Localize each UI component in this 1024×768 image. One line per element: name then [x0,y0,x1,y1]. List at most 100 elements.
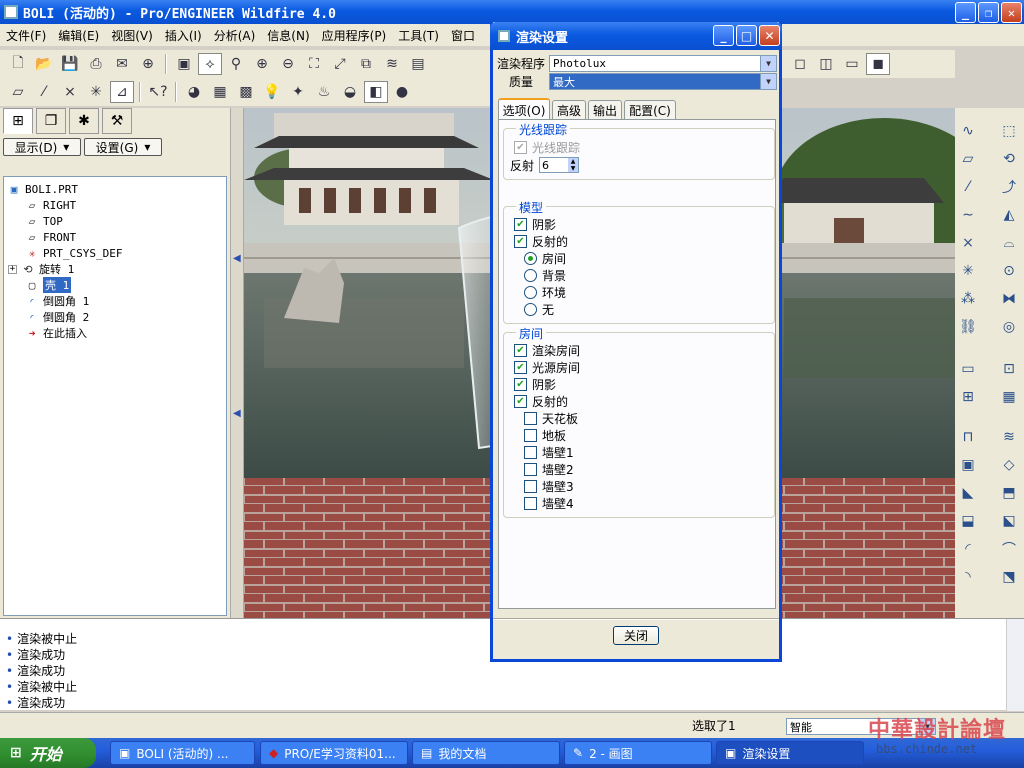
layout-icon[interactable]: ▦ [998,386,1020,408]
collapse-arrow-icon[interactable]: ◀ [233,253,241,264]
annotation-tool-icon[interactable]: ▭ [957,358,979,380]
tree-item-shell[interactable]: ▢ 壳 1 [24,277,72,293]
surface-wall2-row[interactable]: 墙壁2 [524,461,574,477]
reflect-spinner[interactable]: 6 ▲ ▼ [539,157,580,173]
radio-unselected[interactable] [524,268,537,282]
tree-item-top[interactable]: ▱ TOP [24,213,63,229]
menu-info[interactable]: 信息(N) [261,27,315,44]
email-icon[interactable]: ✉ [110,53,134,75]
trim-icon[interactable]: ⌒ [998,538,1020,560]
refit-icon[interactable]: ⛶ [302,53,326,75]
room-reflective-row[interactable]: ✔ 反射的 [514,393,568,409]
checkbox-unchecked[interactable] [524,445,537,459]
room-shadow-row[interactable]: ✔ 阴影 [514,376,556,392]
quality-dropdown[interactable]: 最大 ▼ [549,73,777,90]
spinner-arrows-icon[interactable]: ▲ ▼ [568,158,579,172]
shell-tool-icon[interactable]: ▣ [957,454,979,476]
tab-output[interactable]: 输出 [588,100,622,120]
csys-tool-icon[interactable]: ✳ [957,260,979,282]
extend-icon[interactable]: ⬔ [998,566,1020,588]
surface-floor-row[interactable]: 地板 [524,427,566,443]
warp-icon[interactable]: ≋ [998,426,1020,448]
light-room-row[interactable]: ✔ 光源房间 [514,359,580,375]
reflect-option-room[interactable]: 房间 [524,250,566,266]
checkbox-checked[interactable]: ✔ [514,360,527,374]
checkbox-unchecked[interactable] [524,411,537,425]
folder-browser-tab-icon[interactable]: ❐ [36,108,66,134]
model-shadow-row[interactable]: ✔ 阴影 [514,216,556,232]
tree-item-root[interactable]: ▣ BOLI.PRT [6,181,78,197]
render-room-row[interactable]: ✔ 渲染房间 [514,342,580,358]
hole-icon[interactable]: ⊙ [998,260,1020,282]
dialog-title-bar[interactable]: 渲染设置 _ □ ✕ [490,22,782,50]
scene-icon[interactable]: ▦ [208,81,232,103]
datum-plane-icon[interactable]: ▱ [6,81,30,103]
menu-window[interactable]: 窗口 [445,27,481,44]
sketch-curve-icon[interactable]: ∿ [957,120,979,142]
hidden-line-icon[interactable]: ◫ [814,53,838,75]
tree-item-insert-here[interactable]: ➜ 在此插入 [24,325,87,341]
menu-edit[interactable]: 编辑(E) [52,27,105,44]
renderer-dropdown[interactable]: Photolux ▼ [549,55,777,72]
reflect-option-background[interactable]: 背景 [524,267,566,283]
close-window-button[interactable]: ✕ [1001,2,1022,23]
round-set-icon[interactable]: ◝ [957,566,979,588]
new-file-icon[interactable]: 🗋 [6,53,30,75]
room-icon[interactable]: ▩ [234,81,258,103]
analysis-icon[interactable]: ⁂ [957,288,979,310]
menu-insert[interactable]: 插入(I) [159,27,208,44]
surface-wall4-row[interactable]: 墙壁4 [524,495,574,511]
extrude-icon[interactable]: ⬚ [998,120,1020,142]
light-icon[interactable]: 💡 [260,81,284,103]
effects-icon[interactable]: ✦ [286,81,310,103]
checkbox-checked[interactable]: ✔ [514,217,527,231]
task-button-paint[interactable]: ✎ 2 - 画图 [564,741,712,765]
axis-icon[interactable]: ⁄ [957,176,979,198]
shading-icon[interactable]: ◼ [866,53,890,75]
merge-icon[interactable]: ⬒ [998,482,1020,504]
expand-icon[interactable]: + [8,264,17,274]
checkbox-unchecked[interactable] [524,496,537,510]
surface-ceiling-row[interactable]: 天花板 [524,410,578,426]
zoom-out-icon[interactable]: ⊖ [276,53,300,75]
collapse-arrow-icon[interactable]: ◀ [233,408,241,419]
datum-axis-icon[interactable]: ⁄ [32,81,56,103]
render-setup-icon[interactable]: ♨ [312,81,336,103]
point-icon[interactable]: × [957,232,979,254]
favorites-tab-icon[interactable]: ✱ [69,108,99,134]
draft-icon[interactable]: ⊓ [957,426,979,448]
checkbox-unchecked[interactable] [524,428,537,442]
raytrace-checkbox-row[interactable]: ✔ 光线跟踪 [514,139,580,155]
display-dropdown-button[interactable]: 显示(D) ▾ [3,138,81,156]
print-icon[interactable]: ⎙ [84,53,108,75]
checkbox-unchecked[interactable] [524,479,537,493]
settings-dropdown-button[interactable]: 设置(G) ▾ [84,138,162,156]
tree-item-right[interactable]: ▱ RIGHT [24,197,76,213]
layers-icon[interactable]: ≋ [380,53,404,75]
checkbox-unchecked[interactable] [524,462,537,476]
save-icon[interactable]: 💾 [58,53,82,75]
regenerate-icon[interactable]: ▣ [172,53,196,75]
reflect-option-environment[interactable]: 环境 [524,284,566,300]
close-button[interactable]: 关闭 [613,626,659,645]
checkbox-checked[interactable]: ✔ [514,343,527,357]
task-button-documents[interactable]: ▤ 我的文档 [412,741,560,765]
reorient-icon[interactable]: ⤢ [328,53,352,75]
render-region-icon[interactable]: ◧ [364,81,388,103]
model-reflective-row[interactable]: ✔ 反射的 [514,233,568,249]
csys-display-icon[interactable]: ✳ [84,81,108,103]
menu-applications[interactable]: 应用程序(P) [316,27,393,44]
no-hidden-icon[interactable]: ▭ [840,53,864,75]
menu-view[interactable]: 视图(V) [105,27,159,44]
message-scrollbar[interactable] [1006,619,1024,711]
tree-item-revolve[interactable]: + ⟲ 旋转 1 [8,261,74,277]
surface-wall3-row[interactable]: 墙壁3 [524,478,574,494]
color-appearance-icon[interactable]: ◕ [182,81,206,103]
view-manager-icon[interactable]: ⧉ [354,53,378,75]
group-icon[interactable]: ⊞ [957,386,979,408]
open-folder-icon[interactable]: 📂 [32,53,56,75]
checkbox-checked[interactable]: ✔ [514,377,527,391]
saved-views-icon[interactable]: ▤ [406,53,430,75]
tab-config[interactable]: 配置(C) [624,100,676,120]
render-window-icon[interactable]: ◒ [338,81,362,103]
